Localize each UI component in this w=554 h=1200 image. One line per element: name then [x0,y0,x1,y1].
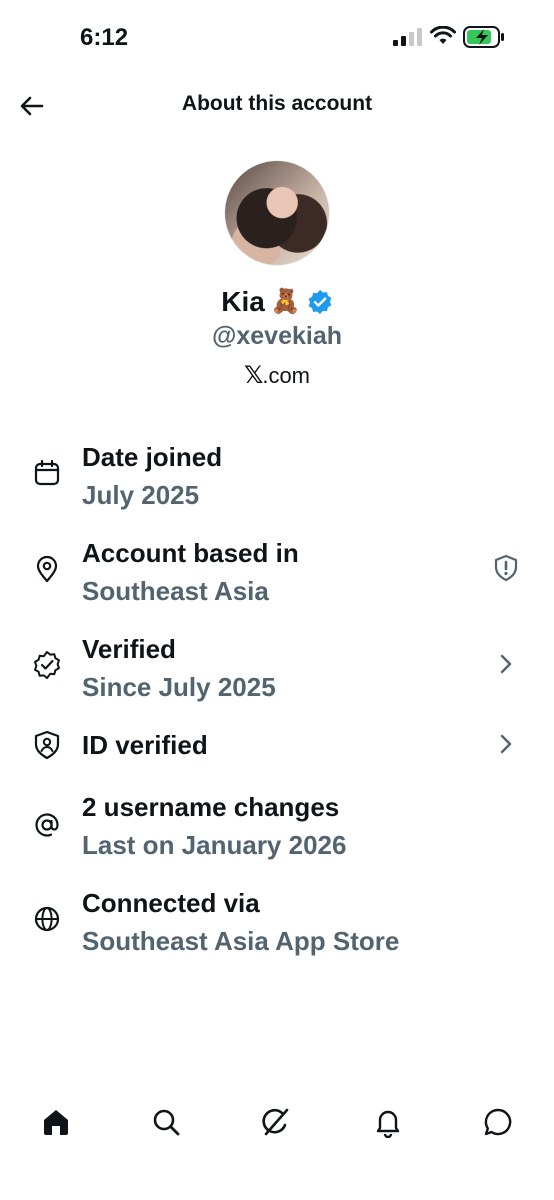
page-title: About this account [181,92,373,115]
verified-badge-icon [308,290,332,314]
detail-value: July 2025 [82,480,200,510]
grok-icon[interactable] [260,1106,292,1138]
nav-header: About this account [0,80,554,130]
name-row: Kia 🧸 [0,286,554,318]
display-name: Kia [221,286,265,317]
shield-alert-icon[interactable] [492,554,520,582]
at-sign-icon [35,813,59,837]
detail-title: Verified [82,634,176,664]
detail-value: Southeast Asia [82,576,269,606]
detail-title: Connected via [82,888,260,918]
calendar-icon [34,459,60,486]
location-pin-icon [36,555,58,583]
detail-title: ID verified [82,730,208,760]
detail-row-account-based-in: Account based in Southeast Asia [0,534,554,630]
detail-value: Southeast Asia App Store [82,926,400,956]
detail-row-verified[interactable]: Verified Since July 2025 [0,630,554,726]
platform-domain: .com [262,362,311,388]
battery-charging-icon [463,26,504,48]
avatar[interactable] [224,160,330,266]
chevron-right-icon[interactable] [492,650,520,678]
id-shield-icon [34,730,60,760]
status-time: 6:12 [80,24,129,51]
detail-title: Date joined [82,442,223,472]
handle: @xevekiah [211,322,343,350]
detail-row-connected-via: Connected via Southeast Asia App Store [0,884,554,980]
bottom-tab-bar [0,1098,554,1158]
search-icon[interactable] [150,1106,182,1138]
account-details-list: Date joined July 2025 Account based in S… [0,438,554,980]
wifi-icon [430,26,456,44]
chevron-right-icon[interactable] [492,730,520,758]
profile-summary: Kia 🧸 @xevekiah 𝕏 .com [0,160,554,390]
detail-row-date-joined: Date joined July 2025 [0,438,554,534]
notifications-bell-icon[interactable] [372,1106,404,1138]
detail-title: Account based in [82,538,299,568]
verified-check-icon [34,651,60,679]
detail-title: 2 username changes [82,792,340,822]
home-icon[interactable] [40,1106,72,1138]
detail-row-username-changes: 2 username changes Last on January 2026 [0,788,554,884]
cellular-signal-icon [393,28,422,46]
messages-icon[interactable] [482,1106,514,1138]
status-bar: 6:12 [0,0,554,74]
platform-label: 𝕏 .com [0,361,554,390]
teddy-bear-icon: 🧸 [270,288,301,315]
detail-value: Last on January 2026 [82,830,347,860]
detail-row-id-verified[interactable]: ID verified [0,726,554,788]
globe-icon [34,906,60,932]
x-logo-icon: 𝕏 [243,362,263,389]
detail-value: Since July 2025 [82,672,276,702]
